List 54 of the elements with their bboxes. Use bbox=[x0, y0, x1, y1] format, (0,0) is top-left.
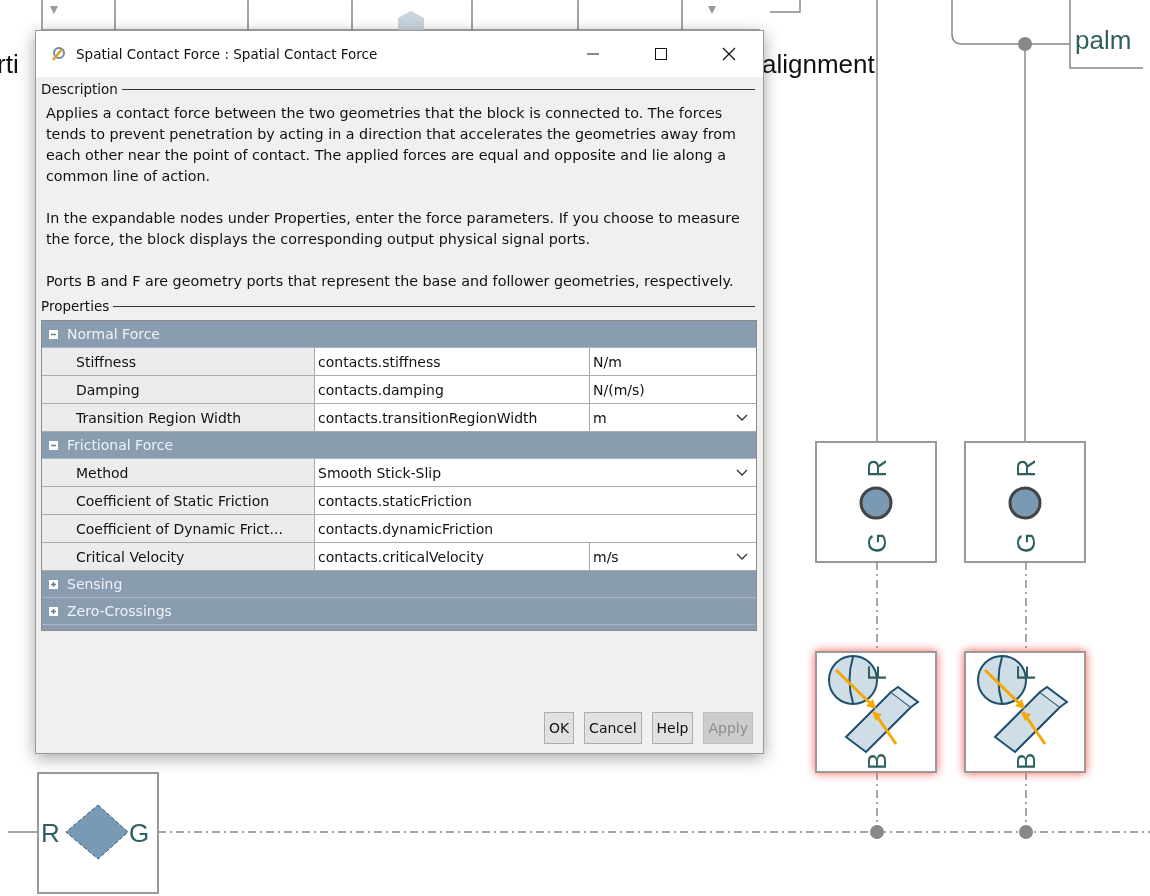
port-label: G bbox=[129, 818, 150, 848]
port-label: B bbox=[862, 752, 892, 770]
window-title: Spatial Contact Force : Spatial Contact Force bbox=[76, 46, 379, 62]
description-text: Ports B and F are geometry ports that represent the base and follower geometries, respectively. bbox=[46, 272, 735, 291]
connection-line bbox=[7, 831, 39, 833]
description-text: In the expandable nodes under Properties, enter the force parameters. If you choose to measure the force, the block displays the corresponding output physical signal ports. bbox=[46, 209, 741, 249]
joint-icon bbox=[1008, 486, 1042, 520]
port-label: G bbox=[1011, 532, 1041, 554]
collapse-icon[interactable] bbox=[49, 329, 58, 339]
expand-icon[interactable] bbox=[49, 606, 58, 616]
port-arrow-icon bbox=[50, 6, 58, 14]
joint-icon bbox=[859, 486, 893, 520]
block-label: palm bbox=[1075, 25, 1132, 55]
port-label: F bbox=[1011, 665, 1041, 681]
port-label: B bbox=[1011, 752, 1041, 770]
chevron-down-icon[interactable] bbox=[736, 553, 748, 560]
dialog-button[interactable]: Help bbox=[651, 712, 694, 744]
property-name: Stiffness bbox=[42, 348, 315, 375]
chevron-down-icon[interactable] bbox=[736, 414, 748, 421]
section-heading: Description bbox=[41, 81, 118, 97]
property-name: Coefficient of Static Friction bbox=[42, 487, 315, 514]
chevron-down-icon[interactable] bbox=[736, 469, 748, 476]
property-name: Damping bbox=[42, 376, 315, 403]
property-name: Coefficient of Dynamic Frict... bbox=[42, 515, 315, 542]
property-name: Transition Region Width bbox=[42, 404, 315, 431]
description-text: Applies a contact force between the two geometries that the block is connected to. The forces tends to prevent penetration by acting in a direction that accelerates the geometries away from each other near the point of contact. The applied forces are equal and opposite and lie along a common line of action. bbox=[46, 104, 738, 186]
property-name: Method bbox=[42, 459, 315, 486]
value-field[interactable]: contacts.transitionRegionWidth bbox=[315, 404, 590, 431]
junction-dot bbox=[1018, 37, 1032, 51]
port-arrow-icon bbox=[708, 6, 716, 14]
maximize-icon[interactable] bbox=[654, 47, 668, 61]
joint-block[interactable] bbox=[815, 441, 937, 563]
port-label: G bbox=[862, 532, 892, 554]
transform-icon bbox=[65, 804, 129, 860]
junction-dot bbox=[870, 825, 884, 839]
block-frame bbox=[769, 0, 801, 13]
collapse-icon[interactable] bbox=[49, 440, 58, 450]
property-name: Critical Velocity bbox=[42, 543, 315, 570]
value-field[interactable]: contacts.criticalVelocity bbox=[315, 543, 590, 570]
joint-block[interactable] bbox=[964, 441, 1086, 563]
section-heading: Properties bbox=[41, 298, 110, 314]
expand-icon[interactable] bbox=[49, 579, 58, 589]
junction-dot bbox=[1019, 825, 1033, 839]
port-label: R bbox=[1011, 458, 1041, 478]
port-label: R bbox=[41, 818, 60, 848]
compass-icon bbox=[50, 46, 66, 62]
value-field[interactable]: contacts.damping bbox=[315, 376, 590, 403]
value-field[interactable]: contacts.stiffness bbox=[315, 348, 590, 375]
dialog-button[interactable]: OK bbox=[543, 712, 575, 744]
port-label: F bbox=[862, 665, 892, 681]
block-label: alignment bbox=[762, 49, 875, 79]
dialog-button[interactable]: Cancel bbox=[584, 712, 642, 744]
port-label: R bbox=[862, 458, 892, 478]
close-icon[interactable] bbox=[722, 47, 736, 61]
